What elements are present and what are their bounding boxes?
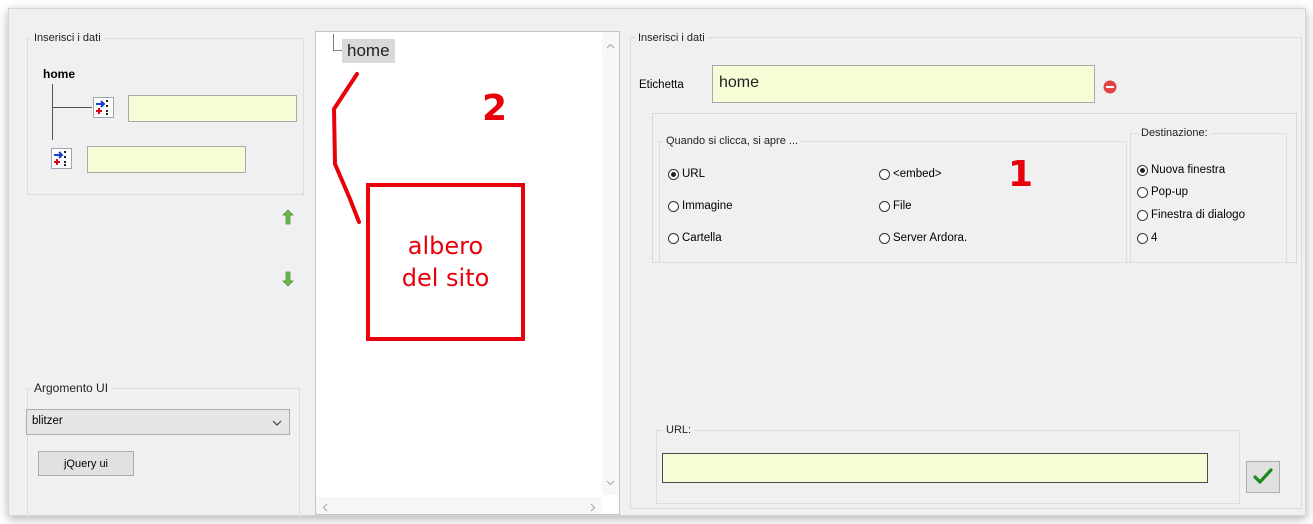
confirm-button[interactable] bbox=[1246, 461, 1280, 493]
dest-dialog-label: Finestra di dialogo bbox=[1151, 209, 1245, 221]
option-file[interactable]: File bbox=[879, 198, 912, 214]
scroll-right-icon[interactable] bbox=[590, 501, 596, 515]
dest-dialog[interactable]: Finestra di dialogo bbox=[1137, 207, 1245, 223]
label-input[interactable]: home bbox=[712, 65, 1095, 103]
dest-new-window-radio[interactable] bbox=[1137, 164, 1148, 176]
option-embed-radio[interactable] bbox=[879, 168, 890, 180]
label-caption: Etichetta bbox=[639, 79, 684, 91]
option-image-label: Immagine bbox=[682, 200, 733, 212]
jquery-ui-button[interactable]: jQuery ui bbox=[38, 451, 134, 476]
option-folder-label: Cartella bbox=[682, 232, 722, 244]
theme-select-value: blitzer bbox=[32, 415, 63, 427]
annotation-number-2: 2 bbox=[482, 88, 508, 129]
url-input[interactable] bbox=[662, 453, 1208, 483]
destination-title: Destinazione: bbox=[1138, 126, 1211, 140]
right-panel: Inserisci i dati Etichetta home Quando s… bbox=[625, 9, 1305, 515]
click-options-title: Quando si clicca, si apre ... bbox=[663, 134, 802, 148]
option-file-label: File bbox=[893, 200, 912, 212]
option-folder-radio[interactable] bbox=[668, 232, 679, 244]
horizontal-scrollbar[interactable] bbox=[316, 497, 602, 514]
theme-group-title: Argomento UI bbox=[31, 381, 112, 395]
option-server-radio[interactable] bbox=[879, 232, 890, 244]
label-input-value: home bbox=[719, 74, 760, 91]
option-image-radio[interactable] bbox=[668, 200, 679, 212]
dest-4-radio[interactable] bbox=[1137, 232, 1148, 244]
scroll-left-icon[interactable] bbox=[322, 501, 328, 515]
option-url-radio[interactable] bbox=[668, 168, 679, 180]
theme-select[interactable]: blitzer bbox=[26, 409, 290, 435]
dest-popup-radio[interactable] bbox=[1137, 186, 1148, 198]
annotation-number-1: 1 bbox=[1008, 154, 1034, 195]
option-url-label: URL bbox=[682, 168, 706, 180]
annotation-box-line2: del sito bbox=[401, 264, 490, 292]
option-url[interactable]: URL bbox=[668, 166, 705, 182]
option-image[interactable]: Immagine bbox=[668, 198, 733, 214]
dest-dialog-radio[interactable] bbox=[1137, 209, 1148, 221]
scroll-up-icon[interactable] bbox=[606, 38, 615, 52]
dest-popup-label: Pop-up bbox=[1151, 186, 1189, 198]
scroll-down-icon[interactable] bbox=[606, 475, 615, 489]
chevron-down-icon bbox=[272, 416, 282, 430]
right-group-title: Inserisci i dati bbox=[635, 31, 708, 45]
option-embed[interactable]: <embed> bbox=[879, 166, 942, 182]
dest-new-window-label: Nuova finestra bbox=[1151, 164, 1226, 176]
dest-popup[interactable]: Pop-up bbox=[1137, 184, 1188, 200]
option-file-radio[interactable] bbox=[879, 200, 890, 212]
vertical-scrollbar[interactable] bbox=[602, 32, 619, 495]
option-server[interactable]: Server Ardora. bbox=[879, 230, 967, 246]
checkmark-icon bbox=[1253, 467, 1273, 488]
annotation-box-line1: albero bbox=[407, 232, 484, 260]
annotation-arrow-line bbox=[332, 72, 361, 224]
dest-4-label: 4 bbox=[1151, 232, 1158, 244]
annotation-box: albero del sito bbox=[366, 183, 525, 341]
app-window: Inserisci i dati home Argomento UI blitz… bbox=[8, 8, 1306, 520]
move-down-icon[interactable] bbox=[282, 271, 294, 290]
remove-icon[interactable] bbox=[1103, 80, 1117, 97]
dest-4[interactable]: 4 bbox=[1137, 230, 1157, 246]
option-embed-label: <embed> bbox=[893, 168, 942, 180]
option-folder[interactable]: Cartella bbox=[668, 230, 722, 246]
dest-new-window[interactable]: Nuova finestra bbox=[1137, 162, 1225, 178]
url-group-title: URL: bbox=[663, 423, 695, 437]
option-server-label: Server Ardora. bbox=[893, 232, 968, 244]
